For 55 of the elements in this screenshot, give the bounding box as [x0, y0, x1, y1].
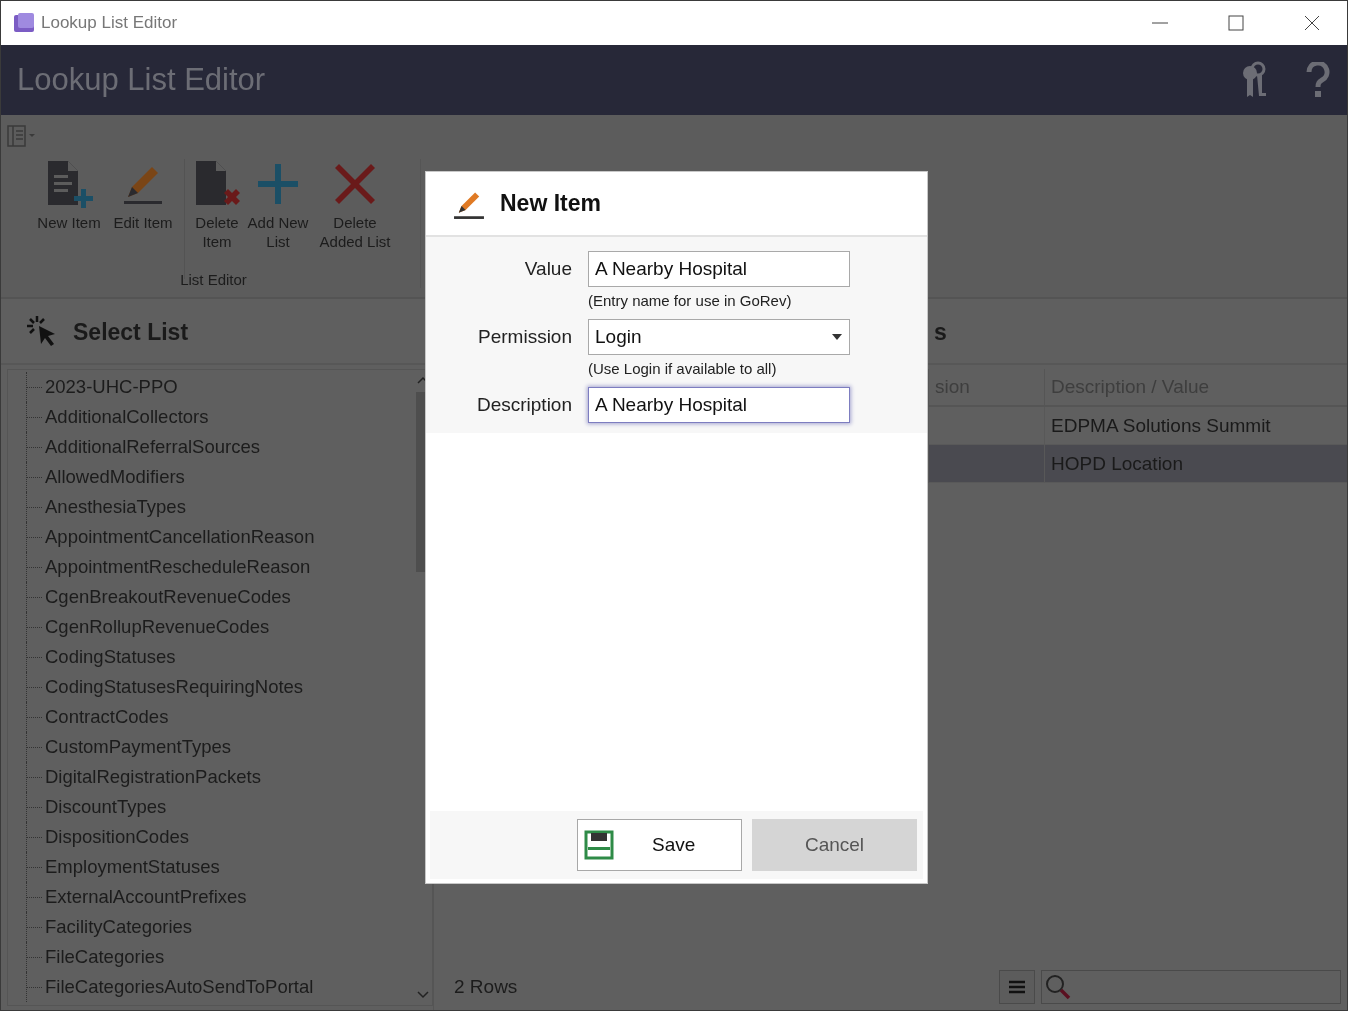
tree-item[interactable]: CgenRollupRevenueCodes	[45, 616, 270, 638]
ribbon-group-label: List Editor	[180, 271, 247, 288]
tree-item[interactable]: FacilityCategories	[45, 916, 193, 938]
tree-item[interactable]: AdditionalCollectors	[45, 406, 209, 428]
field-label: Value	[523, 258, 573, 280]
app-logo-icon	[13, 12, 35, 34]
maximize-icon	[1228, 15, 1244, 31]
input-field[interactable]: A Nearby Hospital	[588, 387, 850, 423]
panel-title: Select List	[73, 318, 189, 346]
tree-item[interactable]: AdditionalReferralSources	[45, 436, 260, 458]
menu-icon	[1008, 979, 1026, 995]
table-cell: EDPMA Solutions Summit	[1044, 407, 1347, 445]
page-title: Lookup List Editor	[17, 62, 267, 98]
tree-item[interactable]: FileCategoriesAutoSendToPortal	[45, 976, 314, 998]
tree-item[interactable]: CgenBreakoutRevenueCodes	[45, 586, 291, 608]
search-icon	[1045, 974, 1071, 1000]
field-label: Description	[475, 394, 573, 416]
tree-item[interactable]: ContractCodes	[45, 706, 169, 728]
tree-item[interactable]: CodingStatuses	[45, 646, 176, 668]
field-hint: (Use Login if available to all)	[588, 360, 778, 377]
save-button[interactable]: Save	[577, 819, 742, 871]
help-icon[interactable]	[1305, 62, 1331, 98]
tree-item[interactable]: AllowedModifiers	[45, 466, 185, 488]
dropdown-field[interactable]: Login	[588, 319, 850, 355]
tree-item[interactable]: AppointmentRescheduleReason	[45, 556, 311, 578]
minimize-icon	[1152, 22, 1168, 24]
panel-title: s	[934, 318, 947, 346]
ribbon-button[interactable]: New Item	[30, 159, 108, 232]
scroll-down-icon[interactable]	[417, 991, 429, 999]
ribbon-button[interactable]: Delete Added List	[313, 159, 397, 251]
tree-item[interactable]: DispositionCodes	[45, 826, 189, 848]
tree-item[interactable]: AppointmentCancellationReason	[45, 526, 315, 548]
field-hint: (Entry name for use in GoRev)	[588, 292, 793, 309]
ribbon-button[interactable]: Add New List	[243, 159, 313, 251]
menu-button[interactable]	[999, 970, 1035, 1004]
field-label: Permission	[477, 326, 573, 348]
tree-item[interactable]: ExternalAccountPrefixes	[45, 886, 247, 908]
tree-item[interactable]: AnesthesiaTypes	[45, 496, 186, 518]
ribbon-button[interactable]: Delete Item	[191, 159, 243, 251]
close-icon	[1304, 15, 1320, 31]
tree-item[interactable]: CodingStatusesRequiringNotes	[45, 676, 304, 698]
input-field[interactable]: A Nearby Hospital	[588, 251, 850, 287]
window-title: Lookup List Editor	[41, 13, 179, 33]
caret-icon	[832, 334, 842, 340]
dialog-title: New Item	[500, 190, 601, 217]
tree-item[interactable]: 2023-UHC-PPO	[45, 376, 178, 398]
search-field[interactable]	[1041, 970, 1341, 1004]
tree-item[interactable]: FileCategories	[45, 946, 165, 968]
ribbon-button[interactable]: Edit Item	[108, 159, 178, 232]
row-count: 2 Rows	[454, 976, 519, 998]
tree-item[interactable]: DiscountTypes	[45, 796, 167, 818]
tree-item[interactable]: DigitalRegistrationPackets	[45, 766, 261, 788]
tree-item[interactable]: CustomPaymentTypes	[45, 736, 232, 758]
tree-item[interactable]: EmploymentStatuses	[45, 856, 220, 878]
cancel-button[interactable]: Cancel	[752, 819, 917, 871]
